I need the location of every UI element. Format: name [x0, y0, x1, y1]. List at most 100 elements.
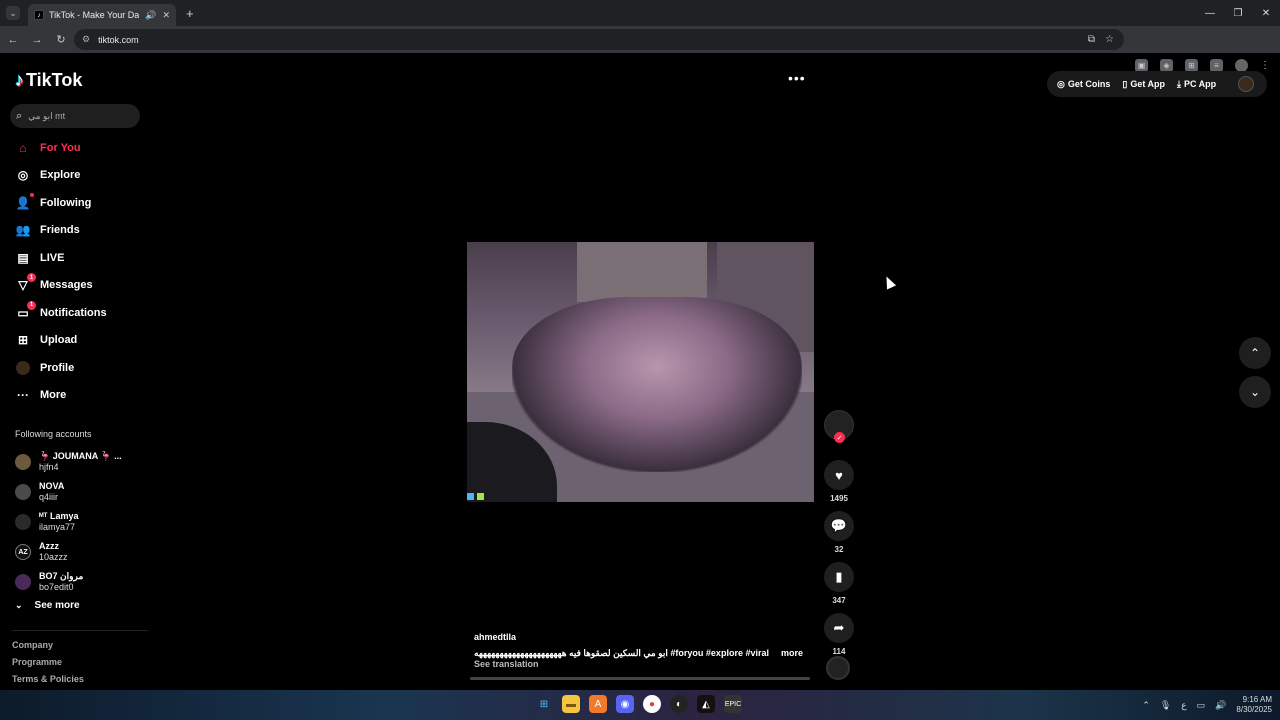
epic-games-icon[interactable]: EPIC: [724, 695, 742, 713]
mouse-cursor: [881, 274, 897, 290]
browser-menu-icon[interactable]: ⋮: [1260, 60, 1270, 71]
site-info-icon[interactable]: ⚙: [82, 34, 90, 45]
search-input[interactable]: ⌕ ابو مي mt: [10, 104, 140, 128]
messages-icon: ▽ 1: [15, 273, 36, 293]
nav-profile[interactable]: Profile: [0, 354, 150, 382]
following-account[interactable]: 🦩 JOUMANA 🦩 ... hjfn4: [15, 447, 122, 477]
music-disc-icon[interactable]: [826, 656, 850, 680]
bookmark-star-icon[interactable]: ☆: [1105, 34, 1114, 45]
video-author[interactable]: ahmedtlla: [474, 632, 516, 642]
install-app-icon[interactable]: ⧉: [1088, 34, 1095, 45]
next-video-button[interactable]: ⌄: [1239, 376, 1271, 408]
comment-icon[interactable]: 💬: [824, 511, 854, 541]
language-indicator[interactable]: ع: [1181, 700, 1186, 711]
caption-more-button[interactable]: more: [781, 648, 803, 658]
app-icon[interactable]: ◐: [670, 695, 688, 713]
minimize-icon[interactable]: —: [1196, 8, 1224, 19]
reload-icon[interactable]: ↻: [50, 33, 72, 46]
avatar: [15, 574, 31, 590]
nav-messages[interactable]: ▽ 1 Messages: [0, 272, 150, 300]
discord-icon[interactable]: ◉: [616, 695, 634, 713]
footer-links: Company Programme Terms & Policies: [12, 640, 84, 691]
nav-upload[interactable]: ⊞ Upload: [0, 327, 150, 355]
nav-label: More: [40, 389, 67, 402]
more-icon: ···: [17, 388, 29, 403]
video-progress-bar[interactable]: [470, 677, 810, 680]
notifications-icon: ▭ 1: [15, 300, 36, 321]
taskbar-apps: ⊞ ▬ A ◉ ● ◐ ◭ EPIC: [535, 695, 742, 713]
nav-following[interactable]: 👤 Following: [0, 189, 150, 217]
footer-link-terms[interactable]: Terms & Policies: [12, 674, 84, 691]
restore-icon[interactable]: ❐: [1224, 8, 1252, 19]
bookmark-icon[interactable]: ▮: [824, 562, 854, 592]
footer-link-company[interactable]: Company: [12, 640, 84, 657]
live-icon: ▤: [17, 250, 29, 265]
see-more-button[interactable]: ⌄ See more: [15, 600, 80, 611]
see-more-label: See more: [34, 600, 80, 611]
avatar: [15, 514, 31, 530]
nav-for-you[interactable]: ⌂ For You: [0, 134, 150, 162]
network-icon[interactable]: ▭: [1197, 700, 1206, 711]
back-icon[interactable]: ←: [2, 34, 24, 46]
nav-label: Messages: [40, 279, 93, 292]
get-app-button[interactable]: ▯ Get App: [1122, 79, 1165, 90]
pc-app-button[interactable]: ⤓ PC App: [1177, 79, 1216, 90]
tray-chevron-up-icon[interactable]: ⌃: [1142, 700, 1150, 711]
following-account[interactable]: ᴹᵀ Lamya ilamya77: [15, 507, 122, 537]
close-window-icon[interactable]: ✕: [1252, 8, 1280, 19]
nav-label: Explore: [40, 169, 81, 182]
clock[interactable]: 9:16 AM 8/30/2025: [1236, 695, 1272, 715]
browser-tab[interactable]: ♪ TikTok - Make Your Day 🔊 ✕: [28, 4, 176, 26]
footer-link-programme[interactable]: Programme: [12, 657, 84, 674]
share-action: ➦ 114: [822, 613, 856, 656]
tab-title: TikTok - Make Your Day: [49, 10, 140, 20]
top-actions: ◎ Get Coins ▯ Get App ⤓ PC App: [1047, 71, 1267, 97]
windows-start-icon[interactable]: ⊞: [535, 695, 553, 713]
video-player[interactable]: [467, 242, 814, 502]
app-icon[interactable]: ◭: [697, 695, 715, 713]
tiktok-favicon-icon: ♪: [34, 10, 44, 20]
share-icon[interactable]: ➦: [824, 613, 854, 643]
forward-icon[interactable]: →: [26, 34, 48, 46]
chrome-icon[interactable]: ●: [643, 695, 661, 713]
new-tab-icon[interactable]: +: [186, 6, 194, 21]
nav-more[interactable]: ··· More: [0, 382, 150, 410]
search-icon: ⌕: [16, 109, 23, 122]
notifications-badge: 1: [27, 300, 36, 310]
tab-search-icon[interactable]: ⌄: [6, 6, 20, 20]
nav-friends[interactable]: 👥 Friends: [0, 217, 150, 245]
nav-live[interactable]: ▤ LIVE: [0, 244, 150, 272]
upload-icon: ⊞: [17, 333, 29, 348]
user-avatar[interactable]: [1238, 76, 1255, 92]
heart-icon[interactable]: ♥: [824, 460, 854, 490]
speaker-icon[interactable]: 🔊: [145, 10, 156, 21]
following-account[interactable]: NOVA q4iiir: [15, 477, 122, 507]
nav-label: For You: [40, 141, 81, 154]
app-icon[interactable]: A: [589, 695, 607, 713]
get-coins-button[interactable]: ◎ Get Coins: [1057, 79, 1110, 90]
tiktok-logo[interactable]: ♪ TikTok: [15, 70, 82, 91]
following-accounts-list: 🦩 JOUMANA 🦩 ... hjfn4 NOVA q4iiir ᴹᵀ Lamya…: [15, 447, 122, 597]
close-tab-icon[interactable]: ✕: [162, 10, 170, 21]
nav-notifications[interactable]: ▭ 1 Notifications: [0, 299, 150, 327]
creator-avatar[interactable]: ✓: [824, 410, 854, 443]
pc-app-label: PC App: [1183, 79, 1217, 89]
chevron-up-icon: ⌃: [1249, 346, 1261, 360]
save-count: 347: [832, 596, 846, 605]
previous-video-button[interactable]: ⌃: [1239, 337, 1271, 369]
follow-check-icon[interactable]: ✓: [834, 432, 845, 443]
video-more-options-icon[interactable]: •••: [788, 70, 806, 86]
video-caption: ابو مي السكين لصقوها فيه ههههههههههههههه…: [474, 648, 769, 658]
following-account[interactable]: BO7 مروان bo7edit0: [15, 567, 122, 597]
nav-label: Following: [40, 196, 92, 209]
microphone-icon[interactable]: 🎙: [1160, 700, 1171, 711]
volume-icon[interactable]: 🔊: [1215, 700, 1226, 711]
phone-icon: ▯: [1122, 78, 1128, 89]
window-controls: — ❐ ✕: [1196, 0, 1280, 26]
file-explorer-icon[interactable]: ▬: [562, 695, 580, 713]
video-scene: [577, 242, 707, 302]
see-translation-link[interactable]: See translation: [474, 659, 539, 669]
following-account[interactable]: AZ Azzz 10azzz: [15, 537, 122, 567]
url-field[interactable]: ⚙ tiktok.com ⧉ ☆: [74, 29, 1124, 50]
nav-explore[interactable]: ◎ Explore: [0, 162, 150, 190]
